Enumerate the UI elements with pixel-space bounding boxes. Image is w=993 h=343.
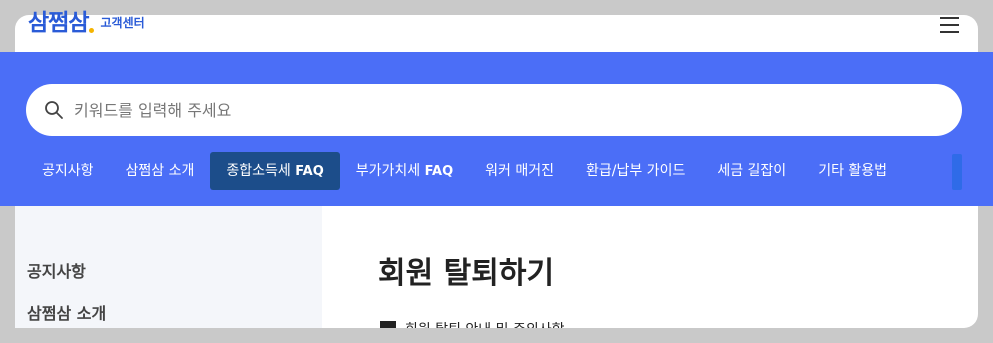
page-title: 회원 탈퇴하기 [378,256,555,291]
bottom-border [0,328,993,343]
tab-label-suffix: FAQ [295,164,324,179]
tab-about[interactable]: 삼쩜삼 소개 [110,152,211,190]
search-icon [45,101,63,119]
tab-income-tax-faq[interactable]: 종합소득세 FAQ [210,152,340,190]
logo-subtitle: 고객센터 [100,16,145,30]
tab-refund-guide[interactable]: 환급/납부 가이드 [570,152,701,190]
sidebar-item-notice[interactable]: 공지사항 [27,258,86,282]
top-header: 삼쩜삼 고객센터 [0,0,993,52]
tab-tax-guide[interactable]: 세금 길잡이 [701,152,802,190]
tab-notice[interactable]: 공지사항 [26,152,110,190]
sidebar: 공지사항 삼쩜삼 소개 [15,206,322,328]
logo[interactable]: 삼쩜삼 고객센터 [28,9,145,37]
search-bar[interactable] [26,84,962,136]
tab-label: 부가가치세 [355,163,425,179]
tab-vat-faq[interactable]: 부가가치세 FAQ [340,152,469,190]
search-banner: 공지사항 삼쩜삼 소개 종합소득세 FAQ 부가가치세 FAQ 워커 매거진 환… [0,52,993,206]
tab-label-suffix: FAQ [424,164,454,179]
tab-label: 기타 활용법 [818,163,888,179]
tab-label: 종합소득세 [226,163,296,179]
tab-label: 환급/납부 가이드 [586,163,686,179]
tab-other-usage[interactable]: 기타 활용법 [802,152,903,190]
logo-dot-icon [89,28,95,33]
search-input[interactable] [72,99,936,121]
hamburger-menu-icon[interactable] [940,17,960,33]
category-tabs: 공지사항 삼쩜삼 소개 종합소득세 FAQ 부가가치세 FAQ 워커 매거진 환… [26,152,903,190]
tab-worker-magazine[interactable]: 워커 매거진 [469,152,570,190]
sidebar-item-about[interactable]: 삼쩜삼 소개 [27,300,106,324]
logo-text: 삼쩜삼 [28,10,89,36]
tab-label: 공지사항 [42,163,94,179]
tab-label: 세금 길잡이 [717,163,787,179]
tab-label: 삼쩜삼 소개 [125,163,195,179]
tab-label: 워커 매거진 [485,163,554,179]
tabs-scroll-indicator[interactable] [952,154,962,190]
